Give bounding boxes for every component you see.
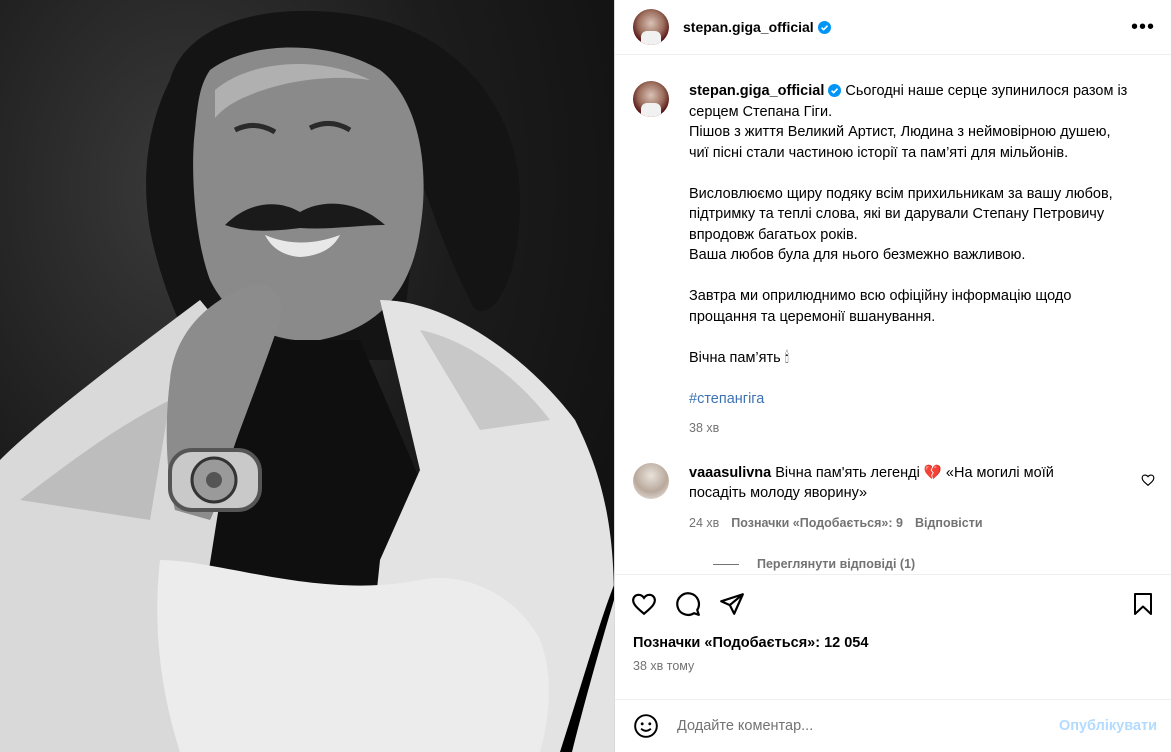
commenter-username[interactable]: vaaasulivna <box>689 465 771 481</box>
comments-area[interactable]: stepan.giga_official Сьогодні наше серце… <box>615 55 1171 574</box>
caption-line: Пішов з життя Великий Артист, Людина з н… <box>689 124 1111 140</box>
comment-likes[interactable]: Позначки «Подобається»: 9 <box>731 513 903 534</box>
author-avatar[interactable] <box>633 9 669 45</box>
comment-input[interactable] <box>677 718 1059 734</box>
post-photo-illustration <box>0 10 614 752</box>
verified-badge-icon <box>817 20 831 34</box>
caption-first-line: stepan.giga_official Сьогодні наше серце… <box>689 81 1155 102</box>
caption-username[interactable]: stepan.giga_official <box>689 83 824 99</box>
caption-time[interactable]: 38 хв <box>689 418 1155 439</box>
more-options-icon[interactable]: ••• <box>1131 17 1155 37</box>
post-actions: Позначки «Подобається»: 12 054 38 хв том… <box>615 574 1171 699</box>
caption-gap <box>689 266 1155 287</box>
caption-line: підтримку та теплі слова, які ви дарувал… <box>689 206 1105 222</box>
comment-item: vaaasulivna Вічна пам'ять легенді 💔 «На … <box>633 462 1155 534</box>
emoji-icon[interactable] <box>633 713 659 739</box>
add-comment-bar: Опублікувати <box>615 699 1171 752</box>
post-header: stepan.giga_official ••• <box>615 0 1171 55</box>
likes-count[interactable]: Позначки «Подобається»: 12 054 <box>633 635 1155 651</box>
reply-button[interactable]: Відповісти <box>915 513 983 534</box>
like-heart-icon[interactable] <box>631 591 657 617</box>
commenter-avatar[interactable] <box>633 462 669 499</box>
caption-line: Висловлюємо щиру подяку всім прихильника… <box>689 185 1113 202</box>
hashtag-link[interactable]: #степангіга <box>689 389 1155 410</box>
verified-badge-icon <box>828 84 842 97</box>
author-username[interactable]: stepan.giga_official <box>683 19 814 35</box>
caption: stepan.giga_official Сьогодні наше серце… <box>633 81 1155 439</box>
comment-heart-icon[interactable] <box>1141 473 1155 487</box>
post-photo[interactable] <box>0 0 614 752</box>
caption-line: прощання та церемонії вшанування. <box>689 308 936 325</box>
post-details-panel: stepan.giga_official ••• stepan.giga_off… <box>614 0 1171 752</box>
caption-line: чиї пісні стали частиною історії та пам’… <box>689 144 1069 161</box>
caption-gap <box>689 368 1155 389</box>
view-replies-label: Переглянути відповіді (1) <box>757 557 916 571</box>
view-replies-button[interactable]: Переглянути відповіді (1) <box>713 557 1155 571</box>
caption-line: Завтра ми оприлюднимо всю офіційну інфор… <box>689 288 1072 304</box>
save-bookmark-icon[interactable] <box>1131 591 1155 617</box>
share-icon[interactable] <box>719 591 745 617</box>
caption-gap <box>689 163 1155 184</box>
view-replies-divider <box>713 563 739 565</box>
caption-line: Сьогодні наше серце зупинилося разом із <box>845 83 1128 99</box>
caption-author-avatar[interactable] <box>633 81 669 117</box>
caption-line: Вічна пам’ять 🕯 <box>689 349 789 366</box>
comment-icon[interactable] <box>675 591 701 617</box>
caption-line: Ваша любов була для нього безмежно важли… <box>689 247 1026 263</box>
caption-line: серцем Степана Гіги. <box>689 103 833 120</box>
caption-gap <box>689 327 1155 348</box>
caption-line: впродовж багатьох років. <box>689 226 858 243</box>
comment-time[interactable]: 24 хв <box>689 513 719 534</box>
publish-button[interactable]: Опублікувати <box>1059 718 1157 734</box>
posted-time[interactable]: 38 хв тому <box>633 659 1155 673</box>
